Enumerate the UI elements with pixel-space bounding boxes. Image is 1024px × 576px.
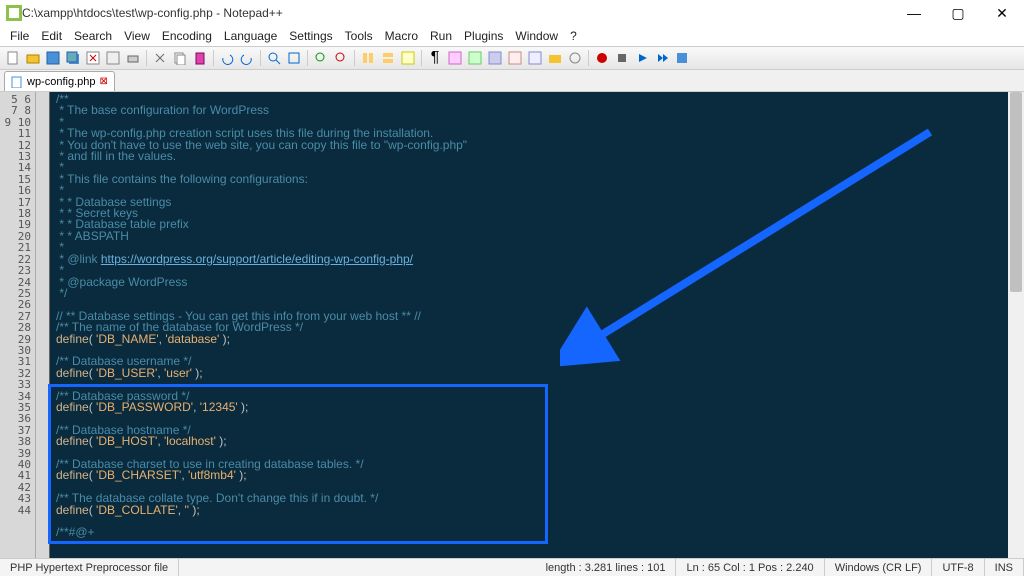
save-icon[interactable]: [44, 49, 62, 67]
file-icon: [11, 76, 23, 88]
code-area[interactable]: /** * The base configuration for WordPre…: [50, 92, 1024, 558]
vertical-scrollbar[interactable]: [1008, 92, 1024, 558]
menu-file[interactable]: File: [4, 29, 35, 43]
close-button[interactable]: ✕: [980, 0, 1024, 26]
paste-icon[interactable]: [191, 49, 209, 67]
app-icon: [6, 5, 22, 21]
play-multi-icon[interactable]: [653, 49, 671, 67]
minimize-button[interactable]: —: [892, 0, 936, 26]
menu-settings[interactable]: Settings: [283, 29, 338, 43]
record-icon[interactable]: [593, 49, 611, 67]
menu-plugins[interactable]: Plugins: [458, 29, 509, 43]
new-file-icon[interactable]: [4, 49, 22, 67]
scrollbar-thumb[interactable]: [1010, 92, 1022, 292]
find-icon[interactable]: [265, 49, 283, 67]
tab-bar: wp-config.php ⊠: [0, 70, 1024, 92]
status-length: length : 3.281 lines : 101: [536, 559, 677, 576]
folder-icon[interactable]: [546, 49, 564, 67]
redo-icon[interactable]: [238, 49, 256, 67]
zoom-out-icon[interactable]: [332, 49, 350, 67]
open-file-icon[interactable]: [24, 49, 42, 67]
status-filetype: PHP Hypertext Preprocessor file: [0, 559, 179, 576]
menu-tools[interactable]: Tools: [339, 29, 379, 43]
tab-wp-config[interactable]: wp-config.php ⊠: [4, 71, 115, 91]
save-macro-icon[interactable]: [673, 49, 691, 67]
fold-margin[interactable]: [36, 92, 50, 558]
sync-v-icon[interactable]: [359, 49, 377, 67]
user-lang-icon[interactable]: [466, 49, 484, 67]
menu-window[interactable]: Window: [509, 29, 564, 43]
titlebar: C:\xampp\htdocs\test\wp-config.php - Not…: [0, 0, 1024, 26]
doc-map-icon[interactable]: [486, 49, 504, 67]
status-encoding[interactable]: UTF-8: [932, 559, 984, 576]
play-icon[interactable]: [633, 49, 651, 67]
monitor-icon[interactable]: [566, 49, 584, 67]
replace-icon[interactable]: [285, 49, 303, 67]
menu-view[interactable]: View: [118, 29, 156, 43]
doc-list-icon[interactable]: [506, 49, 524, 67]
close-file-icon[interactable]: [84, 49, 102, 67]
stop-record-icon[interactable]: [613, 49, 631, 67]
menu-macro[interactable]: Macro: [379, 29, 424, 43]
func-list-icon[interactable]: [526, 49, 544, 67]
save-all-icon[interactable]: [64, 49, 82, 67]
zoom-in-icon[interactable]: [312, 49, 330, 67]
menu-search[interactable]: Search: [68, 29, 118, 43]
status-bar: PHP Hypertext Preprocessor file length :…: [0, 558, 1024, 576]
menu-run[interactable]: Run: [424, 29, 458, 43]
menubar: File Edit Search View Encoding Language …: [0, 26, 1024, 46]
show-all-chars-icon[interactable]: ¶: [426, 49, 444, 67]
print-icon[interactable]: [124, 49, 142, 67]
copy-icon[interactable]: [171, 49, 189, 67]
close-tab-icon[interactable]: ⊠: [100, 76, 108, 87]
window-title: C:\xampp\htdocs\test\wp-config.php - Not…: [22, 6, 283, 20]
sync-h-icon[interactable]: [379, 49, 397, 67]
status-eol[interactable]: Windows (CR LF): [825, 559, 933, 576]
editor-area[interactable]: 5 6 7 8 9 10 11 12 13 14 15 16 17 18 19 …: [0, 92, 1024, 558]
menu-edit[interactable]: Edit: [35, 29, 68, 43]
status-mode[interactable]: INS: [985, 559, 1024, 576]
wrap-icon[interactable]: [399, 49, 417, 67]
menu-encoding[interactable]: Encoding: [156, 29, 218, 43]
menu-language[interactable]: Language: [218, 29, 283, 43]
line-number-gutter: 5 6 7 8 9 10 11 12 13 14 15 16 17 18 19 …: [0, 92, 36, 558]
menu-help[interactable]: ?: [564, 29, 583, 43]
close-all-icon[interactable]: [104, 49, 122, 67]
status-position: Ln : 65 Col : 1 Pos : 2.240: [676, 559, 824, 576]
undo-icon[interactable]: [218, 49, 236, 67]
maximize-button[interactable]: ▢: [936, 0, 980, 26]
toolbar: ¶: [0, 46, 1024, 70]
indent-guide-icon[interactable]: [446, 49, 464, 67]
tab-label: wp-config.php: [27, 76, 96, 88]
cut-icon[interactable]: [151, 49, 169, 67]
